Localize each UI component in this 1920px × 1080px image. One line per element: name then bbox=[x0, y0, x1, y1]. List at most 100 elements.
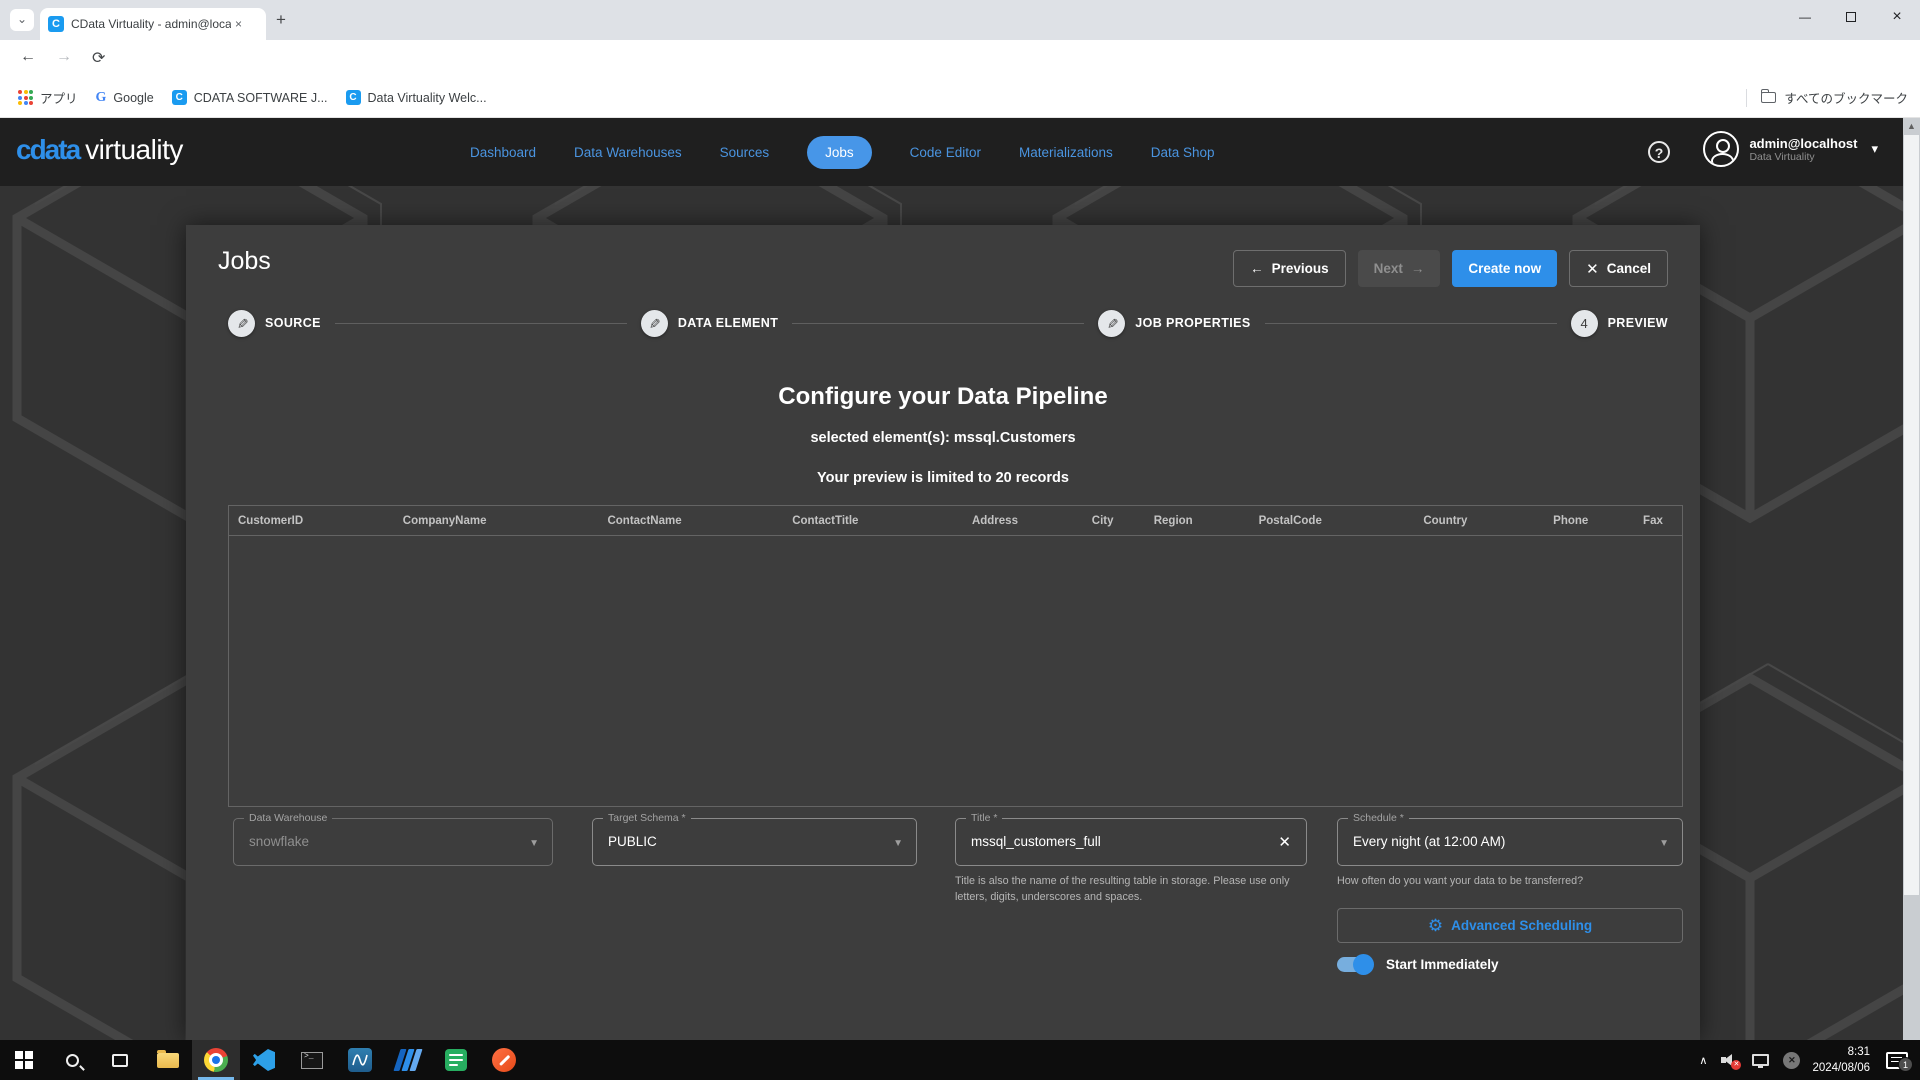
notes-app-button[interactable] bbox=[432, 1040, 480, 1080]
terminal-button[interactable]: >_ bbox=[288, 1040, 336, 1080]
start-immediately-label: Start Immediately bbox=[1386, 957, 1499, 972]
step-label: DATA ELEMENT bbox=[677, 316, 779, 330]
schedule-select[interactable]: Schedule * Every night (at 12:00 AM) ▼ bbox=[1337, 812, 1683, 866]
browser-tab[interactable]: C CData Virtuality - admin@locall × bbox=[40, 8, 266, 40]
main-nav: Dashboard Data Warehouses Sources Jobs C… bbox=[470, 118, 1215, 186]
column-header[interactable]: Phone bbox=[1544, 515, 1634, 527]
page-title: Jobs bbox=[218, 247, 271, 275]
sql-tool-button[interactable] bbox=[336, 1040, 384, 1080]
tray-expand-icon[interactable]: ∧ bbox=[1699, 1054, 1707, 1067]
advanced-scheduling-button[interactable]: ⚙ Advanced Scheduling bbox=[1337, 908, 1683, 943]
column-header[interactable]: Country bbox=[1414, 515, 1544, 527]
page-scrollbar[interactable]: ▲ bbox=[1903, 118, 1920, 1040]
column-header[interactable]: CustomerID bbox=[229, 515, 394, 527]
taskbar-search-button[interactable] bbox=[48, 1040, 96, 1080]
column-header[interactable]: Region bbox=[1145, 515, 1250, 527]
browser-tabstrip: ⌄ C CData Virtuality - admin@locall × + … bbox=[0, 0, 1920, 40]
apps-shortcut[interactable]: アプリ bbox=[18, 88, 78, 107]
minimize-icon: — bbox=[1799, 10, 1811, 24]
dropdown-arrow-icon: ▼ bbox=[529, 838, 539, 849]
start-immediately-toggle[interactable] bbox=[1337, 954, 1374, 975]
chevron-down-icon: ▾ bbox=[1871, 141, 1878, 156]
new-tab-button[interactable]: + bbox=[276, 11, 286, 29]
tab-search-button[interactable]: ⌄ bbox=[10, 9, 34, 31]
preview-limit-note: Your preview is limited to 20 records bbox=[817, 470, 1069, 486]
start-button[interactable] bbox=[0, 1040, 48, 1080]
divider bbox=[1746, 88, 1748, 107]
data-warehouse-select[interactable]: Data Warehouse snowflake ▼ bbox=[233, 812, 553, 866]
clear-icon[interactable]: ✕ bbox=[1278, 833, 1291, 851]
create-now-button[interactable]: Create now bbox=[1452, 250, 1558, 287]
close-button[interactable]: × bbox=[1874, 0, 1920, 34]
file-explorer-button[interactable] bbox=[144, 1040, 192, 1080]
help-icon[interactable]: ? bbox=[1648, 141, 1670, 163]
field-value: snowflake bbox=[249, 834, 310, 849]
column-header[interactable]: Address bbox=[963, 515, 1083, 527]
column-header[interactable]: CompanyName bbox=[394, 515, 599, 527]
scrollbar-thumb[interactable] bbox=[1904, 135, 1919, 895]
scrollbar-up-icon[interactable]: ▲ bbox=[1903, 118, 1920, 135]
notification-badge: 1 bbox=[1898, 1056, 1913, 1072]
step-connector bbox=[334, 322, 627, 324]
chrome-button[interactable] bbox=[192, 1040, 240, 1080]
windows-taskbar: >_ ∧ ✕ ✕ 8:31 2024/08/06 1 bbox=[0, 1040, 1920, 1080]
next-button[interactable]: Next → bbox=[1357, 250, 1441, 287]
minimize-button[interactable]: — bbox=[1782, 0, 1828, 34]
column-header[interactable]: Fax bbox=[1634, 515, 1682, 527]
pen-app-button[interactable] bbox=[480, 1040, 528, 1080]
account-menu[interactable]: admin@localhost Data Virtuality ▾ bbox=[1703, 131, 1878, 167]
step-source[interactable]: ✎ SOURCE bbox=[228, 309, 321, 337]
tab-close-icon[interactable]: × bbox=[235, 17, 242, 31]
bookmark-data-virtuality[interactable]: C Data Virtuality Welc... bbox=[345, 90, 487, 105]
nav-data-warehouses[interactable]: Data Warehouses bbox=[574, 145, 682, 160]
schedule-helper-text: How often do you want your data to be tr… bbox=[1337, 875, 1584, 887]
create-now-label: Create now bbox=[1468, 261, 1542, 276]
maximize-button[interactable] bbox=[1828, 0, 1874, 34]
nav-jobs[interactable]: Jobs bbox=[807, 135, 872, 169]
nav-code-editor[interactable]: Code Editor bbox=[910, 145, 981, 160]
step-connector bbox=[1264, 322, 1557, 324]
network-icon[interactable] bbox=[1752, 1054, 1770, 1068]
x-icon: ✕ bbox=[1586, 260, 1599, 278]
column-header[interactable]: ContactName bbox=[598, 515, 783, 527]
nav-sources[interactable]: Sources bbox=[720, 145, 770, 160]
column-header[interactable]: PostalCode bbox=[1250, 515, 1415, 527]
back-button[interactable]: ← bbox=[20, 48, 36, 66]
action-center-button[interactable]: 1 bbox=[1886, 1051, 1913, 1072]
column-header[interactable]: ContactTitle bbox=[783, 515, 963, 527]
apps-grid-icon bbox=[18, 90, 33, 105]
column-header[interactable]: City bbox=[1083, 515, 1145, 527]
step-job-properties[interactable]: ✎ JOB PROPERTIES bbox=[1098, 309, 1250, 337]
vscode-button[interactable] bbox=[240, 1040, 288, 1080]
status-x-icon[interactable]: ✕ bbox=[1783, 1051, 1801, 1069]
windows-logo-icon bbox=[15, 1051, 33, 1069]
target-schema-select[interactable]: Target Schema * PUBLIC ▼ bbox=[592, 812, 917, 866]
task-view-button[interactable] bbox=[96, 1040, 144, 1080]
bookmark-google[interactable]: G Google bbox=[96, 90, 154, 106]
step-data-element[interactable]: ✎ DATA ELEMENT bbox=[640, 309, 779, 337]
cdata-icon: C bbox=[345, 90, 361, 105]
nav-data-shop[interactable]: Data Shop bbox=[1151, 145, 1215, 160]
title-input[interactable]: Title * mssql_customers_full ✕ bbox=[955, 812, 1307, 866]
pipeline-heading: Configure your Data Pipeline bbox=[778, 383, 1108, 410]
forward-button[interactable]: → bbox=[56, 48, 72, 66]
cancel-button[interactable]: ✕ Cancel bbox=[1569, 250, 1668, 287]
nav-materializations[interactable]: Materializations bbox=[1019, 145, 1113, 160]
pen-icon bbox=[492, 1048, 516, 1072]
notes-icon bbox=[445, 1049, 467, 1071]
nav-dashboard[interactable]: Dashboard bbox=[470, 145, 536, 160]
taskbar-clock[interactable]: 8:31 2024/08/06 bbox=[1812, 1044, 1870, 1076]
bookmark-cdata-software[interactable]: C CDATA SOFTWARE J... bbox=[171, 90, 328, 105]
tab-title: CData Virtuality - admin@locall bbox=[71, 17, 231, 31]
field-label: Target Schema * bbox=[603, 812, 691, 824]
volume-muted-icon[interactable]: ✕ bbox=[1721, 1052, 1742, 1070]
reload-button[interactable]: ⟳ bbox=[92, 48, 105, 68]
step-preview[interactable]: 4 PREVIEW bbox=[1570, 309, 1668, 337]
all-bookmarks[interactable]: すべてのブックマーク bbox=[1746, 88, 1908, 107]
previous-button[interactable]: ← Previous bbox=[1233, 250, 1346, 287]
wizard-steps: ✎ SOURCE ✎ DATA ELEMENT ✎ JOB PROPERTIES… bbox=[228, 303, 1668, 343]
layers-app-button[interactable] bbox=[384, 1040, 432, 1080]
cdata-virtuality-logo[interactable]: cdata virtuality bbox=[16, 134, 183, 166]
previous-label: Previous bbox=[1271, 261, 1329, 276]
field-value: mssql_customers_full bbox=[971, 834, 1101, 849]
